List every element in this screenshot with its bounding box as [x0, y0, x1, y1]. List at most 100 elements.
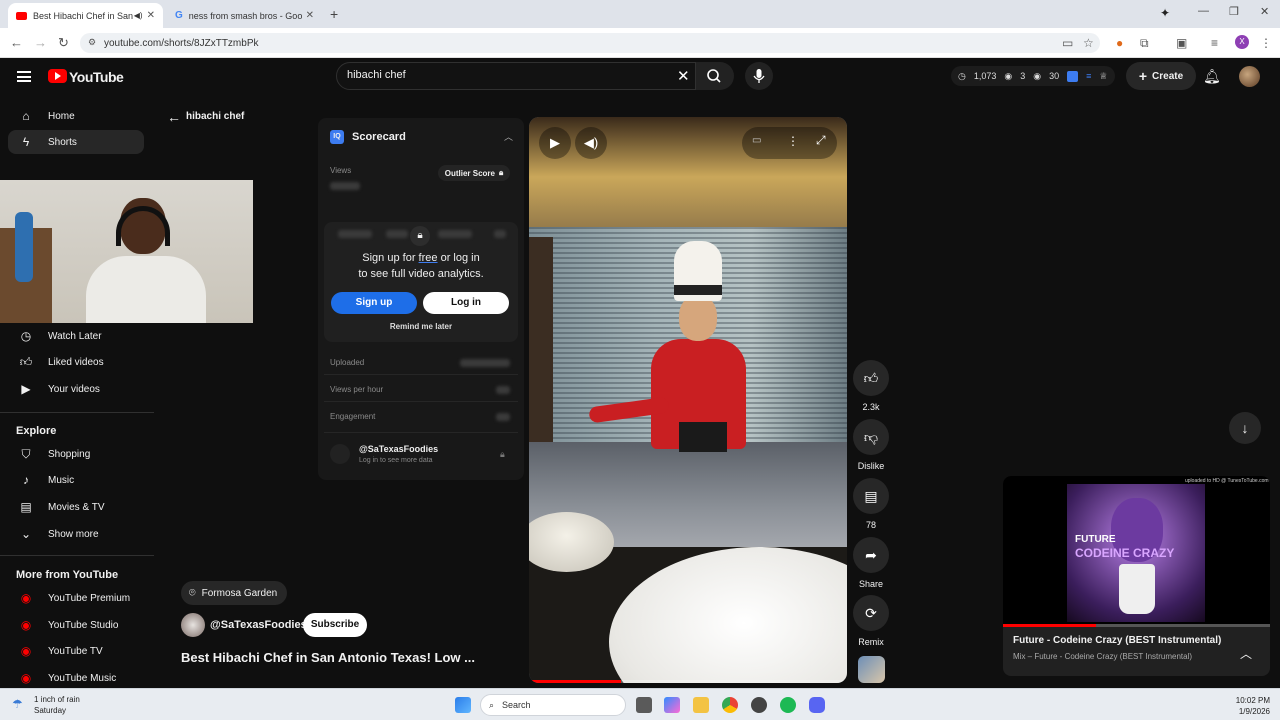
share-button[interactable]: ➦ Share: [852, 537, 890, 589]
sidebar-item-liked-videos[interactable]: 👍︎ Liked videos: [8, 350, 144, 374]
views-label: Views: [330, 166, 352, 175]
play-icon[interactable]: ▶: [539, 127, 571, 159]
next-short-button[interactable]: ↓: [1229, 412, 1261, 444]
outlier-score-button[interactable]: Outlier Score 🔒︎: [438, 165, 510, 181]
back-arrow-icon[interactable]: ←: [167, 109, 181, 125]
short-title[interactable]: Best Hibachi Chef in San Antonio Texas! …: [181, 650, 475, 665]
list-icon[interactable]: ≡: [1086, 71, 1091, 81]
media-control-icon[interactable]: ≡: [1211, 36, 1218, 50]
chevron-up-icon[interactable]: ︿: [1240, 645, 1252, 662]
search-button[interactable]: [696, 62, 734, 90]
row-divider: [324, 401, 518, 402]
volume-icon[interactable]: ◀): [575, 127, 607, 159]
youtube-logo-text[interactable]: YouTube: [69, 69, 124, 85]
chrome-icon[interactable]: [722, 697, 738, 713]
voice-search-button[interactable]: [745, 62, 773, 90]
minimize-icon[interactable]: —: [1198, 5, 1209, 17]
fullscreen-icon[interactable]: ⤢: [816, 133, 826, 148]
tab-search-icon[interactable]: ▣: [1176, 36, 1187, 50]
create-button[interactable]: + Create: [1126, 62, 1196, 90]
task-view-icon[interactable]: [636, 697, 652, 713]
browser-tab-active[interactable]: Best Hibachi Chef in San Antonio ◀) ✕: [8, 3, 163, 28]
shorts-video-player[interactable]: ▶ ◀) ▭ ⋮ ⤢: [529, 117, 847, 683]
channel-avatar[interactable]: [181, 613, 205, 637]
extensions-puzzle-icon[interactable]: ⧉: [1140, 36, 1149, 51]
close-tab-icon[interactable]: ✕: [147, 10, 155, 21]
extension-icon[interactable]: ●: [1116, 36, 1123, 50]
restore-icon[interactable]: ❐: [1229, 5, 1239, 18]
url-field[interactable]: ⚙ youtube.com/shorts/8JZxTTzmbPk: [80, 33, 1100, 53]
signup-free-link[interactable]: free: [419, 252, 438, 264]
system-clock[interactable]: 10:02 PM 1/9/2026: [1215, 695, 1270, 717]
channel-name[interactable]: @SaTexasFoodies: [210, 619, 307, 631]
install-icon[interactable]: ▭: [1062, 36, 1073, 50]
more-options-icon[interactable]: ⋮: [787, 134, 799, 148]
taskbar-search[interactable]: ⌕ Search: [480, 694, 626, 716]
dislike-button[interactable]: 👎︎ Dislike: [852, 419, 890, 471]
spotify-icon[interactable]: [780, 697, 796, 713]
mini-player[interactable]: FUTURE CODEINE CRAZY uploaded to HD @ Tu…: [1003, 476, 1270, 676]
comments-button[interactable]: ▤ 78: [852, 478, 890, 530]
youtube-logo-icon[interactable]: [48, 69, 67, 83]
sound-thumbnail[interactable]: [858, 656, 885, 683]
remix-button[interactable]: ⟳ Remix: [852, 595, 890, 647]
app-icon[interactable]: [751, 697, 767, 713]
new-tab-icon[interactable]: +: [330, 6, 338, 22]
sidebar-item-music[interactable]: ♪ Music: [8, 468, 144, 492]
discord-icon[interactable]: [809, 697, 825, 713]
bookmark-star-icon[interactable]: ☆: [1083, 36, 1094, 50]
video-progress-bar[interactable]: [529, 680, 847, 683]
file-explorer-icon[interactable]: [693, 697, 709, 713]
weather-widget[interactable]: 1 inch of rain Saturday: [34, 694, 80, 716]
sidebar-item-your-videos[interactable]: ▶ Your videos: [8, 377, 144, 401]
shorts-icon: ϟ: [22, 135, 30, 149]
microphone-icon: [753, 69, 765, 83]
sidebar-item-shorts[interactable]: ϟ Shorts: [8, 130, 144, 154]
location-pill[interactable]: ⌾ Formosa Garden: [181, 581, 287, 605]
sidebar-item-show-more[interactable]: ⌄ Show more: [8, 522, 144, 546]
sidebar-item-youtube-premium[interactable]: ◉ YouTube Premium: [8, 586, 144, 610]
reload-icon[interactable]: ↻: [58, 35, 69, 51]
remind-later-link[interactable]: Remind me later: [324, 322, 518, 331]
mini-player-video[interactable]: FUTURE CODEINE CRAZY uploaded to HD @ Tu…: [1003, 476, 1270, 625]
url-text: youtube.com/shorts/8JZxTTzmbPk: [104, 37, 259, 49]
gemini-icon[interactable]: ✦: [1160, 6, 1170, 20]
notifications-bell-icon[interactable]: 🔔︎: [1203, 68, 1221, 85]
site-info-icon[interactable]: ⚙: [88, 37, 96, 48]
close-window-icon[interactable]: ✕: [1260, 5, 1269, 18]
like-button[interactable]: 👍︎ 2.3k: [852, 360, 890, 412]
copilot-icon[interactable]: [664, 697, 680, 713]
windows-start-icon[interactable]: [455, 697, 471, 713]
account-avatar[interactable]: [1239, 66, 1260, 87]
signup-button[interactable]: Sign up: [331, 292, 417, 314]
menu-icon[interactable]: [17, 71, 31, 82]
sidebar-item-home[interactable]: ⌂ Home: [8, 104, 144, 128]
sidebar-item-youtube-tv[interactable]: ◉ YouTube TV: [8, 639, 144, 663]
sidebar-item-youtube-studio[interactable]: ◉ YouTube Studio: [8, 613, 144, 637]
search-input[interactable]: hibachi chef ✕: [336, 62, 696, 90]
close-tab-icon[interactable]: ✕: [306, 10, 314, 21]
vidiq-icon[interactable]: [1067, 70, 1079, 82]
mini-player-title[interactable]: Future - Codeine Crazy (BEST Instrumenta…: [1013, 635, 1221, 646]
chrome-menu-icon[interactable]: ⋮: [1260, 36, 1272, 50]
captions-icon[interactable]: ▭: [752, 135, 761, 146]
extension-stats-bar[interactable]: ◷ 1,073 ◉ 3 ◉ 30 ≡ ♕: [951, 66, 1115, 86]
back-icon[interactable]: ←: [10, 35, 23, 50]
trophy-icon[interactable]: ♕: [1099, 71, 1107, 82]
sidebar-item-shopping[interactable]: ⛉ Shopping: [8, 442, 144, 466]
forward-icon[interactable]: →: [34, 35, 47, 50]
sidebar-item-watch-later[interactable]: ◷ Watch Later: [8, 324, 144, 348]
collapse-chevron-icon[interactable]: ︿: [504, 130, 513, 143]
sidebar-item-movies-tv[interactable]: ▤ Movies & TV: [8, 495, 144, 519]
subscribe-button[interactable]: Subscribe: [303, 613, 367, 637]
mini-player-progress[interactable]: [1003, 624, 1270, 627]
browser-profile-avatar[interactable]: X: [1235, 35, 1249, 49]
home-icon: ⌂: [22, 109, 30, 123]
plus-icon: +: [1138, 68, 1148, 84]
youtube-music-icon: ◉: [20, 671, 32, 685]
login-button[interactable]: Log in: [423, 292, 509, 314]
sidebar-item-youtube-music[interactable]: ◉ YouTube Music: [8, 666, 144, 690]
weather-icon[interactable]: ☂: [12, 697, 23, 711]
browser-tab[interactable]: G ness from smash bros - Google ✕: [167, 3, 322, 28]
clear-search-icon[interactable]: ✕: [677, 67, 690, 85]
